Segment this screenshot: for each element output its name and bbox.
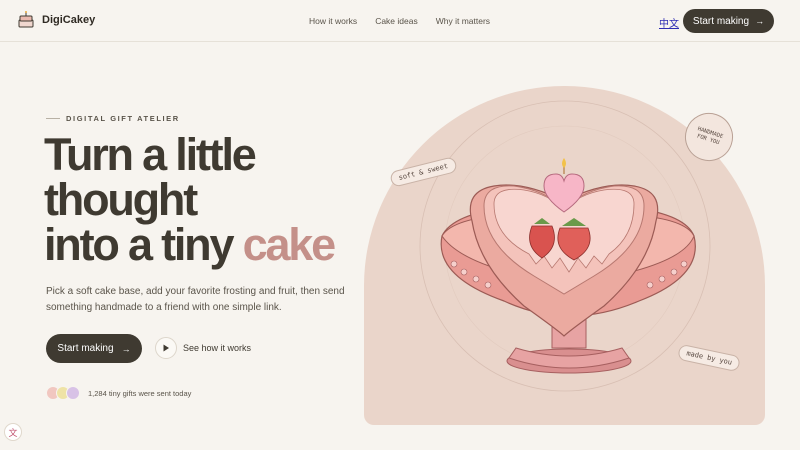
nav-cake-ideas[interactable]: Cake ideas <box>375 16 418 26</box>
header-start-making-button[interactable]: Start making → <box>683 9 774 33</box>
translate-icon-button[interactable]: 文 <box>4 423 22 441</box>
avatar <box>66 386 80 400</box>
arrow-right-icon: → <box>755 16 765 26</box>
header-cta-label: Start making <box>692 15 750 27</box>
nav-how-it-works[interactable]: How it works <box>309 16 357 26</box>
play-icon-button[interactable] <box>155 337 177 359</box>
avatar-stack <box>46 386 80 400</box>
hero-start-making-button[interactable]: Start making → <box>46 334 142 363</box>
site-header: DigiCakey How it works Cake ideas Why it… <box>0 0 800 42</box>
arrow-right-icon: → <box>121 343 131 354</box>
play-icon <box>163 344 169 352</box>
hero-description: Pick a soft cake base, add your favorite… <box>46 286 345 313</box>
translate-icon: 文 <box>8 427 18 438</box>
brand-name: DigiCakey <box>42 14 96 26</box>
see-how-it-works-button[interactable]: See how it works <box>155 337 251 359</box>
cake-icon <box>18 11 34 28</box>
hero-headline: Turn a little thought into a tiny cake <box>44 132 374 267</box>
headline-line-2: thought <box>44 174 198 225</box>
headline-line-3: into a tiny <box>44 219 235 270</box>
language-switch-link[interactable]: 中文 <box>659 15 679 30</box>
hero-eyebrow: DIGITAL GIFT ATELIER <box>46 114 180 123</box>
headline-line-1: Turn a little <box>44 129 257 180</box>
gifts-sent-count: 1,284 tiny gifts were sent today <box>88 389 192 398</box>
brand-logo[interactable]: DigiCakey <box>16 10 95 30</box>
nav-why-it-matters[interactable]: Why it matters <box>436 16 490 26</box>
hero-cta-label: Start making <box>57 343 114 354</box>
eyebrow-divider <box>46 118 60 119</box>
main-nav: How it works Cake ideas Why it matters <box>309 16 490 26</box>
headline-accent-word: cake <box>242 219 337 270</box>
eyebrow-text: DIGITAL GIFT ATELIER <box>66 114 180 123</box>
see-how-it-works-label: See how it works <box>183 343 252 353</box>
